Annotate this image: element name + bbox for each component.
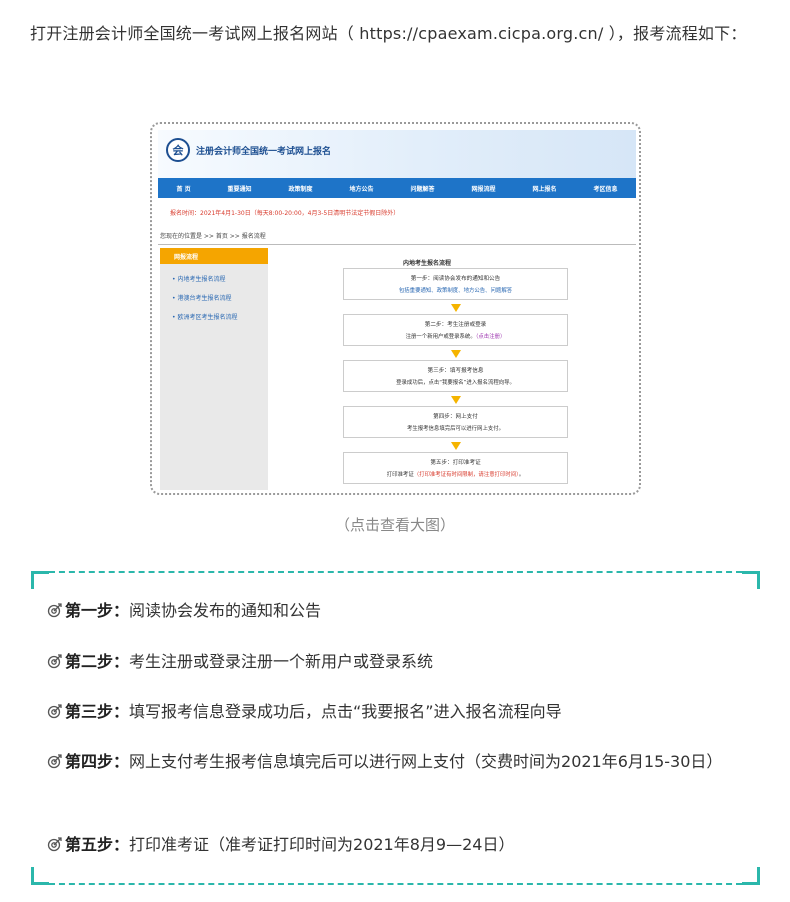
step-item: 第四步：网上支付考生报考信息填完后可以进行网上支付（交费时间为2021年6月15…	[47, 747, 752, 777]
down-arrow-icon	[451, 304, 461, 312]
nav-item: 问题解答	[410, 185, 435, 193]
down-arrow-icon	[451, 350, 461, 358]
divider	[158, 244, 636, 245]
target-arrow-icon	[47, 598, 63, 618]
target-arrow-icon	[47, 832, 63, 852]
registration-notice: 报名时间：2021年4月1-30日（每天8:00-20:00，4月3-5日清明节…	[170, 210, 400, 217]
nav-item: 地方公告	[349, 185, 374, 193]
box-border-bottom	[49, 883, 742, 885]
target-arrow-icon	[47, 649, 63, 669]
flow-step: 第五步：打印准考证 打印准考证（打印准考证有时间限制，请注意打印时间）。	[343, 452, 568, 484]
site-nav: 首 页 重要通知 政策制度 地方公告 问题解答 网报流程 网上报名 考区信息	[158, 178, 636, 198]
box-corner	[742, 571, 760, 589]
flow-step: 第四步：网上支付 考生报考信息填完后可以进行网上支付。	[343, 406, 568, 438]
registration-flow-screenshot[interactable]: 会 注册会计师全国统一考试网上报名 首 页 重要通知 政策制度 地方公告 问题解…	[150, 122, 641, 495]
nav-item: 重要通知	[227, 185, 252, 193]
box-corner	[31, 867, 49, 885]
sidebar-item: • 欧洲考区考生报名流程	[172, 314, 238, 321]
nav-item: 网报流程	[471, 185, 496, 193]
flow-step: 第二步：考生注册或登录 注册一个新用户或登录系统。（点击注册）	[343, 314, 568, 346]
box-corner	[742, 867, 760, 885]
breadcrumb: 您现在的位置是 >> 首页 >> 报名流程	[160, 233, 266, 240]
image-caption: （点击查看大图）	[334, 516, 455, 534]
nav-item: 考区信息	[593, 185, 618, 193]
sidebar: 网报流程 • 内地考生报名流程 • 港澳台考生报名流程 • 欧洲考区考生报名流程	[160, 248, 268, 490]
site-header: 会 注册会计师全国统一考试网上报名	[158, 130, 636, 178]
down-arrow-icon	[451, 442, 461, 450]
flow-step: 第一步：阅读协会发布的通知和公告 包括重要通知、政策制度、地方公告、问题解答	[343, 268, 568, 300]
site-title: 注册会计师全国统一考试网上报名	[196, 147, 332, 157]
step-item: 第三步：填写报考信息登录成功后，点击“我要报名”进入报名流程向导	[47, 697, 752, 727]
target-arrow-icon	[47, 699, 63, 719]
sidebar-item: • 内地考生报名流程	[172, 276, 226, 283]
down-arrow-icon	[451, 396, 461, 404]
box-corner	[31, 571, 49, 589]
flow-step: 第三步：填写报考信息 登录成功后，点击“我要报名”进入报名流程向导。	[343, 360, 568, 392]
main-title: 内地考生报名流程	[403, 260, 452, 267]
steps-box: 第一步：阅读协会发布的通知和公告 第二步：考生注册或登录注册一个新用户或登录系统…	[31, 571, 760, 885]
nav-item: 政策制度	[288, 185, 313, 193]
nav-item: 首 页	[176, 185, 191, 193]
target-arrow-icon	[47, 749, 63, 769]
step-item: 第五步：打印准考证（准考证打印时间为2021年8月9—24日）	[47, 830, 752, 860]
step-item: 第一步：阅读协会发布的通知和公告	[47, 596, 752, 626]
cicpa-logo-icon: 会	[166, 138, 190, 162]
sidebar-head: 网报流程	[160, 248, 268, 264]
box-border-top	[49, 571, 742, 573]
sidebar-item: • 港澳台考生报名流程	[172, 295, 232, 302]
step-item: 第二步：考生注册或登录注册一个新用户或登录系统	[47, 647, 752, 677]
nav-item: 网上报名	[532, 185, 557, 193]
intro-paragraph: 打开注册会计师全国统一考试网上报名网站（ https://cpaexam.cic…	[30, 24, 747, 43]
